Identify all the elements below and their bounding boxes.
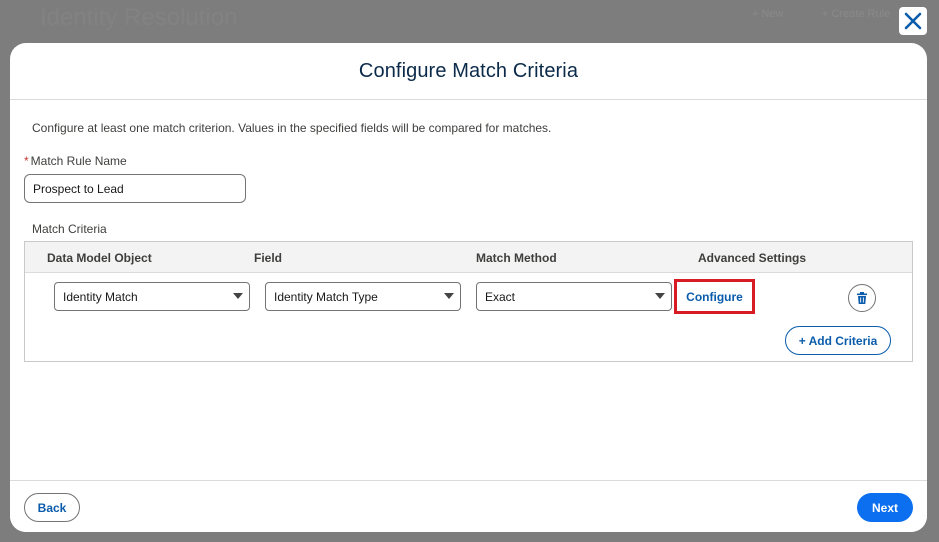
match-criteria-table: Data Model Object Field Match Method Adv… (24, 241, 913, 362)
column-header-data-model-object: Data Model Object (47, 251, 152, 265)
match-method-select[interactable]: Exact (476, 282, 672, 311)
modal-footer: Back Next (10, 480, 927, 532)
modal-header: Configure Match Criteria (10, 43, 927, 100)
chevron-down-icon (233, 293, 243, 299)
next-button[interactable]: Next (857, 493, 913, 522)
delete-criteria-button[interactable] (848, 284, 876, 312)
modal-title: Configure Match Criteria (358, 59, 579, 82)
field-select[interactable]: Identity Match Type (265, 282, 461, 311)
back-button[interactable]: Back (24, 493, 80, 522)
trash-icon (857, 292, 867, 304)
data-model-object-value: Identity Match (63, 289, 138, 304)
match-rule-name-input[interactable] (24, 174, 246, 203)
criteria-table-header: Data Model Object Field Match Method Adv… (25, 242, 912, 273)
column-header-match-method: Match Method (476, 251, 557, 265)
configure-match-criteria-modal: Configure Match Criteria Configure at le… (10, 43, 927, 532)
add-criteria-button[interactable]: + Add Criteria (785, 326, 891, 355)
required-marker: * (24, 154, 29, 168)
column-header-advanced-settings: Advanced Settings (698, 251, 807, 265)
column-header-field: Field (254, 251, 283, 265)
match-rule-name-label: * Match Rule Name (24, 154, 127, 168)
match-criteria-label: Match Criteria (32, 222, 107, 236)
chevron-down-icon (444, 293, 454, 299)
close-button[interactable] (899, 7, 927, 35)
configure-advanced-settings-link[interactable]: Configure (674, 279, 755, 314)
modal-description: Configure at least one match criterion. … (32, 121, 552, 135)
data-model-object-select[interactable]: Identity Match (54, 282, 250, 311)
match-method-value: Exact (485, 289, 516, 304)
chevron-down-icon (655, 293, 665, 299)
close-icon (904, 12, 922, 30)
match-rule-name-label-text: Match Rule Name (30, 154, 127, 168)
field-value: Identity Match Type (274, 289, 378, 304)
